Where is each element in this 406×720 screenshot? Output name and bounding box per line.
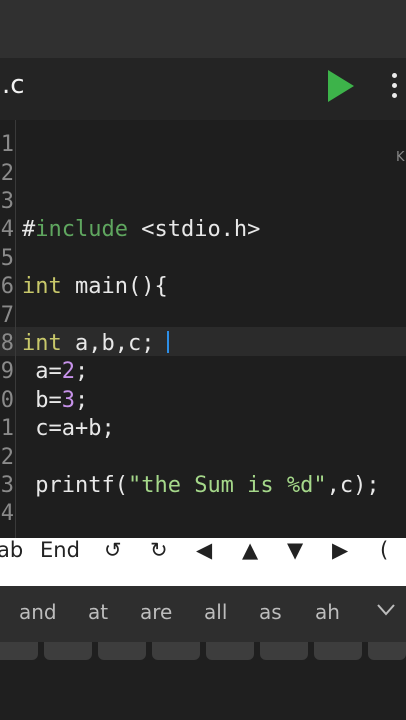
suggestion[interactable]: as — [259, 600, 282, 624]
suggestion[interactable]: and — [19, 600, 57, 624]
keyboard-key[interactable] — [0, 642, 38, 660]
extra-key-tab[interactable]: ab — [0, 538, 23, 586]
extra-key-up[interactable]: ▲ — [242, 538, 258, 586]
line-number: 5 — [0, 246, 14, 271]
extra-key-paren[interactable]: ( — [380, 538, 388, 586]
line-number: 7 — [0, 303, 14, 328]
suggestion[interactable]: at — [88, 600, 108, 624]
line-number: 6 — [0, 274, 14, 299]
keyboard-key[interactable] — [314, 642, 362, 660]
line-number: 2 — [0, 161, 14, 186]
extra-key-right[interactable]: ▶ — [332, 538, 348, 586]
run-button[interactable] — [324, 68, 358, 104]
code-line[interactable]: c=a+b; — [22, 414, 114, 443]
code-line[interactable]: int main(){ — [22, 272, 168, 301]
dot-icon — [392, 93, 397, 98]
line-number: 4 — [0, 217, 14, 242]
line-number: 2 — [0, 445, 14, 470]
line-number: 1 — [0, 416, 14, 441]
overflow-menu-button[interactable] — [386, 70, 402, 102]
extra-key-down[interactable]: ▼ — [287, 538, 303, 586]
line-number: 0 — [0, 388, 14, 413]
dot-icon — [392, 83, 397, 88]
code-line[interactable]: int a,b,c; — [22, 329, 154, 358]
code-line[interactable]: b=3; — [22, 386, 88, 415]
extra-key-undo[interactable]: ↺ — [104, 538, 122, 586]
line-number: 1 — [0, 132, 14, 157]
chevron-down-icon[interactable] — [376, 603, 396, 617]
status-bar — [0, 0, 406, 58]
keyboard-key[interactable] — [206, 642, 254, 660]
text-cursor — [167, 331, 169, 353]
keyboard-key[interactable] — [152, 642, 200, 660]
keyboard-key[interactable] — [44, 642, 92, 660]
line-number: 8 — [0, 331, 14, 356]
line-number: 3 — [0, 473, 14, 498]
line-number: 9 — [0, 359, 14, 384]
play-icon — [328, 70, 354, 102]
suggestion-strip — [0, 586, 406, 642]
keyboard-key[interactable] — [260, 642, 308, 660]
code-line[interactable]: a=2; — [22, 357, 88, 386]
extra-key-left[interactable]: ◀ — [196, 538, 212, 586]
file-title: .c — [2, 70, 25, 100]
extra-key-end[interactable]: End — [40, 538, 80, 586]
keyboard-key[interactable] — [98, 642, 146, 660]
edge-label: K — [396, 150, 405, 165]
gutter-divider — [15, 120, 16, 538]
suggestion[interactable]: ah — [315, 600, 340, 624]
line-number: 3 — [0, 189, 14, 214]
dot-icon — [392, 73, 397, 78]
line-number: 4 — [0, 501, 14, 526]
code-line[interactable]: printf("the Sum is %d",c); — [22, 471, 379, 500]
keyboard-key[interactable] — [368, 642, 406, 660]
suggestion[interactable]: all — [204, 600, 227, 624]
suggestion[interactable]: are — [140, 600, 172, 624]
code-line[interactable]: #include <stdio.h> — [22, 215, 260, 244]
extra-key-redo[interactable]: ↻ — [150, 538, 168, 586]
